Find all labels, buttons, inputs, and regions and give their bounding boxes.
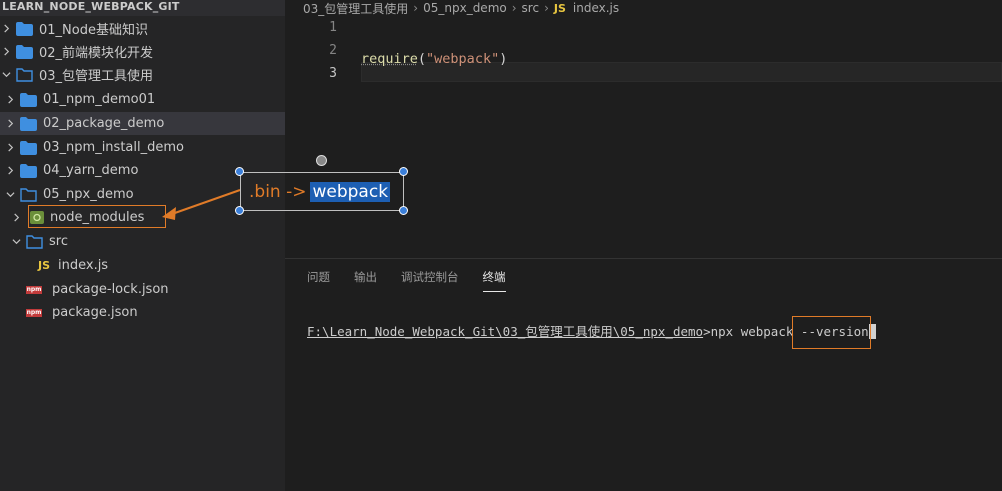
tab-problems[interactable]: 问题: [307, 269, 330, 292]
js-file-icon: JS: [37, 259, 50, 272]
panel-tabs: 问题 输出 调试控制台 终端: [307, 269, 506, 292]
npm-file-icon: npm: [26, 308, 42, 317]
chevron-right-icon: [10, 212, 22, 224]
breadcrumb-item[interactable]: src: [522, 1, 540, 15]
js-file-icon: JS: [553, 1, 566, 15]
tree-item-02-frontend[interactable]: 02_前端模块化开发: [0, 40, 285, 63]
chevron-right-icon: [4, 94, 16, 106]
breadcrumb-item[interactable]: 05_npx_demo: [423, 1, 507, 15]
tree-item-label: src: [49, 234, 68, 249]
code-token-punc: (: [417, 51, 427, 67]
terminal-cmd-prefix: >npx: [703, 324, 741, 339]
rotate-handle[interactable]: [316, 155, 327, 166]
chevron-right-icon: [0, 23, 12, 35]
tree-item-index-js[interactable]: JS index.js: [0, 254, 285, 277]
line-number: 3: [329, 66, 337, 81]
resize-handle-bottom-right[interactable]: [399, 206, 408, 215]
tree-item-label: index.js: [58, 258, 109, 273]
chevron-right-icon: ›: [544, 1, 549, 15]
tree-item-package-demo[interactable]: 02_package_demo: [0, 112, 285, 135]
breadcrumb: 03_包管理工具使用 › 05_npx_demo › src › JS inde…: [303, 0, 619, 16]
tree-item-npm-demo01[interactable]: 01_npm_demo01: [0, 88, 285, 111]
bottom-panel: 问题 输出 调试控制台 终端 F:\Learn_Node_Webpack_Git…: [285, 258, 1002, 491]
tree-item-01-node[interactable]: 01_Node基础知识: [0, 17, 285, 40]
tree-item-label: package-lock.json: [52, 282, 169, 297]
annotation-prefix: .bin ->: [249, 181, 307, 202]
tree-item-package-lock[interactable]: npm package-lock.json: [0, 278, 285, 301]
chevron-right-icon: [4, 165, 16, 177]
folder-icon: [20, 140, 37, 155]
annotation-textbox[interactable]: .bin -> webpack: [240, 172, 404, 211]
folder-open-icon: [26, 234, 43, 249]
line-number-gutter: 1 2 3: [315, 16, 337, 85]
code-content[interactable]: require("webpack"): [361, 16, 507, 103]
folder-icon: [16, 21, 33, 36]
tab-output[interactable]: 输出: [354, 269, 377, 292]
folder-icon: [20, 92, 37, 107]
breadcrumb-file[interactable]: index.js: [573, 1, 619, 15]
code-token-function: require: [361, 51, 418, 67]
annotation-selected-text: webpack: [310, 181, 391, 202]
folder-open-icon: [16, 67, 33, 82]
node-modules-highlight-box: [28, 205, 166, 228]
chevron-right-icon: [0, 46, 12, 58]
code-token-string: "webpack": [426, 51, 500, 67]
tree-item-label: 02_前端模块化开发: [39, 46, 154, 61]
npm-file-icon: npm: [26, 285, 42, 294]
resize-handle-top-left[interactable]: [235, 167, 244, 176]
tree-item-label: 01_Node基础知识: [39, 23, 148, 38]
code-editor[interactable]: 03_包管理工具使用 › 05_npx_demo › src › JS inde…: [285, 0, 1002, 258]
tree-item-label: 04_yarn_demo: [43, 163, 139, 178]
tree-item-src[interactable]: src: [0, 230, 285, 253]
line-number: 1: [329, 20, 337, 35]
tree-item-npm-install-demo[interactable]: 03_npm_install_demo: [0, 136, 285, 159]
terminal-path: F:\Learn_Node_Webpack_Git\03_包管理工具使用\05_…: [307, 324, 704, 339]
tree-item-label: 01_npm_demo01: [43, 92, 156, 107]
chevron-down-icon: [4, 189, 16, 201]
terminal-cmd-highlight: webpack: [740, 324, 794, 339]
chevron-right-icon: [4, 142, 16, 154]
folder-icon: [16, 44, 33, 59]
code-token-punc: ): [499, 51, 508, 67]
tree-item-03-package-tools[interactable]: 03_包管理工具使用: [0, 63, 285, 86]
terminal-webpack-highlight-box: [792, 316, 871, 349]
chevron-down-icon: [0, 69, 12, 81]
breadcrumb-item[interactable]: 03_包管理工具使用: [303, 0, 408, 17]
tree-item-package-json[interactable]: npm package.json: [0, 301, 285, 324]
chevron-right-icon: ›: [413, 1, 419, 15]
folder-open-icon: [20, 187, 37, 202]
resize-handle-bottom-left[interactable]: [235, 206, 244, 215]
code-line-1: require("webpack"): [361, 48, 507, 71]
terminal-line[interactable]: F:\Learn_Node_Webpack_Git\03_包管理工具使用\05_…: [307, 321, 876, 340]
chevron-right-icon: ›: [511, 1, 517, 15]
tab-terminal[interactable]: 终端: [482, 269, 506, 292]
tree-item-label: package.json: [52, 305, 138, 320]
tab-debug-console[interactable]: 调试控制台: [401, 269, 459, 292]
line-number: 2: [329, 43, 337, 58]
tree-item-label: 03_包管理工具使用: [39, 69, 154, 84]
tree-item-label: 03_npm_install_demo: [43, 140, 184, 155]
tree-item-label: 05_npx_demo: [43, 187, 134, 202]
chevron-down-icon: [10, 236, 22, 248]
explorer-sidebar: LEARN_NODE_WEBPACK_GIT 01_Node基础知识 02_前端…: [0, 0, 285, 491]
explorer-root-title[interactable]: LEARN_NODE_WEBPACK_GIT: [0, 0, 285, 16]
folder-icon: [20, 163, 37, 178]
tree-item-label: 02_package_demo: [43, 116, 165, 131]
resize-handle-top-right[interactable]: [399, 167, 408, 176]
folder-icon: [20, 116, 37, 131]
chevron-right-icon: [4, 118, 16, 130]
